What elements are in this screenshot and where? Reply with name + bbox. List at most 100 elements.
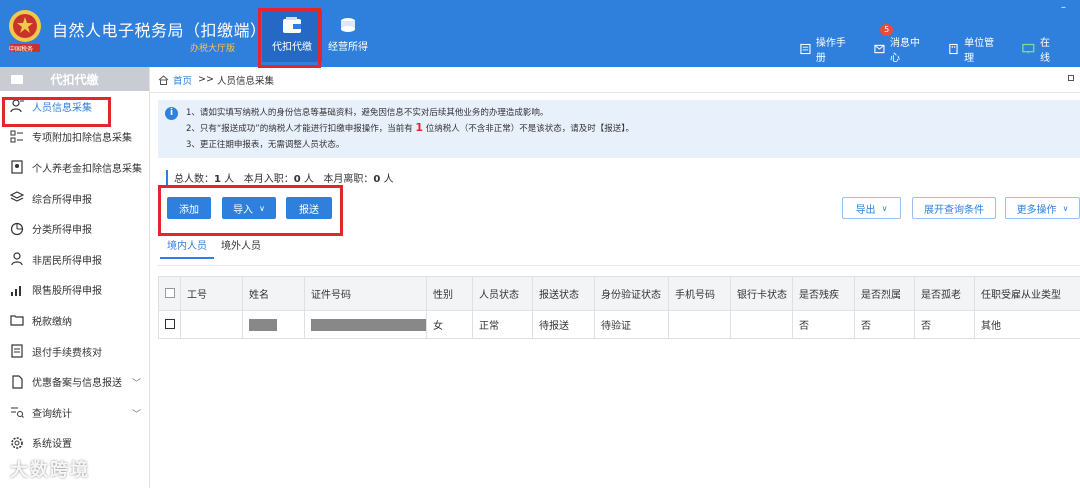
bar-chart-icon (11, 285, 21, 296)
sidebar-item-preferential-filing[interactable]: 优惠备案与信息报送 ﹀ (0, 366, 149, 397)
manual-link-label: 操作手册 (815, 38, 846, 64)
unit-management-link[interactable]: 单位管理 (948, 34, 1000, 64)
column-header: 人员状态 (472, 276, 533, 311)
expand-query-button[interactable]: 展开查询条件 (912, 197, 996, 219)
tab-business-income[interactable]: 经营所得 (318, 10, 378, 62)
column-header: 姓名 (242, 276, 305, 311)
main-content: 首页 >> 人员信息采集 i 1、请如实填写纳税人的身份信息等基础资料，避免因信… (150, 67, 1080, 488)
page-restore-icon[interactable] (1068, 75, 1074, 81)
minimize-button[interactable]: – (1061, 2, 1066, 13)
sidebar: 代扣代缴 人员信息采集 专项附加扣除信息采集 个人养老金扣除信息采集 综合所得申… (0, 67, 150, 488)
online-link[interactable]: 在线 (1022, 34, 1058, 64)
message-badge: 5 (880, 24, 894, 36)
cell-verify-status: 待验证 (594, 310, 669, 339)
manual-link[interactable]: 操作手册 (800, 34, 852, 64)
total-label: 总人数： (174, 174, 214, 185)
sidebar-header: 代扣代缴 (0, 67, 149, 91)
message-center-label: 消息中心 (889, 38, 920, 64)
sidebar-item-label: 退付手续费核对 (32, 347, 102, 359)
coins-icon (341, 18, 355, 32)
online-label: 在线 (1039, 38, 1050, 64)
app-subtitle: 办税大厅版 (190, 44, 236, 54)
unit-management-label: 单位管理 (964, 38, 995, 64)
notice-line-2-pre: 2、只有“报送成功”的纳税人才能进行扣缴申报操作，当前有 (186, 124, 413, 134)
sidebar-item-tax-payment[interactable]: 税款缴纳 (0, 305, 149, 336)
tab-divider (158, 265, 1080, 266)
cell-disabled: 否 (792, 310, 855, 339)
redacted-id-number (311, 318, 426, 331)
layers-icon (10, 191, 24, 202)
file-icon (12, 375, 23, 389)
cell-elderly: 否 (914, 310, 975, 339)
top-header: 中国税务 自然人电子税务局（扣缴端） 办税大厅版 代扣代缴 经营所得 操作手册 … (0, 0, 1080, 68)
select-all-cell[interactable] (158, 276, 181, 311)
breadcrumb-current: 人员信息采集 (216, 75, 274, 87)
sidebar-item-system-settings[interactable]: 系统设置 (0, 428, 149, 459)
building-icon (949, 43, 958, 55)
column-header: 是否孤老 (914, 276, 975, 311)
tab-domestic[interactable]: 境内人员 (160, 237, 214, 259)
message-center-link[interactable]: 5 消息中心 (874, 24, 926, 64)
chevron-down-icon: ﹀ (131, 409, 141, 420)
export-button-label: 导出 (855, 204, 876, 216)
notice-line-1: 1、请如实填写纳税人的身份信息等基础资料，避免因信息不实对后续其他业务的办理造成… (186, 108, 549, 118)
redacted-name (249, 318, 277, 331)
document-person-icon (11, 160, 23, 175)
sidebar-item-refund-check[interactable]: 退付手续费核对 (0, 336, 149, 367)
sidebar-item-comprehensive-income[interactable]: 综合所得申报 (0, 183, 149, 214)
notice-line-2: 2、只有“报送成功”的纳税人才能进行扣缴申报操作，当前有 1 位纳税人（不含非正… (186, 121, 634, 134)
folder-icon (10, 315, 24, 327)
table-row[interactable]: 女 正常 待报送 待验证 否 否 否 其他 (158, 310, 1080, 339)
row-checkbox[interactable] (165, 319, 175, 329)
select-all-checkbox[interactable] (165, 288, 175, 298)
personnel-tabs: 境内人员 境外人员 (160, 237, 268, 259)
home-icon (158, 74, 169, 85)
sidebar-item-label: 综合所得申报 (32, 194, 92, 206)
notice-line-2-post: 位纳税人（不含非正常）不是该状态，请及时【报送】。 (425, 124, 635, 134)
sidebar-item-label: 个人养老金扣除信息采集 (32, 163, 142, 175)
sidebar-item-label: 非居民所得申报 (32, 255, 102, 267)
sidebar-item-nonresident-income[interactable]: 非居民所得申报 (0, 244, 149, 275)
sidebar-item-label: 专项附加扣除信息采集 (32, 133, 132, 145)
cell-submit-status: 待报送 (532, 310, 595, 339)
sidebar-item-classified-income[interactable]: 分类所得申报 (0, 213, 149, 244)
sidebar-title: 代扣代缴 (50, 72, 99, 87)
sidebar-item-restricted-stock[interactable]: 限售股所得申报 (0, 275, 149, 306)
sidebar-item-label: 分类所得申报 (32, 225, 92, 237)
app-title: 自然人电子税务局（扣缴端） (52, 21, 267, 40)
total-count: 1 (214, 174, 221, 185)
more-actions-button[interactable]: 更多操作 ∨ (1005, 197, 1080, 219)
breadcrumb: 首页 >> 人员信息采集 (150, 67, 1080, 93)
sidebar-item-query-stats[interactable]: 查询统计 ﹀ (0, 397, 149, 428)
tab-overseas[interactable]: 境外人员 (214, 237, 268, 259)
tab-business-income-label: 经营所得 (328, 42, 368, 53)
buttons-highlight-box (158, 185, 343, 236)
join-count: 0 (293, 174, 301, 185)
breadcrumb-separator: >> (198, 74, 214, 85)
cell-bank-status (730, 310, 793, 339)
message-icon (874, 44, 885, 54)
cell-phone (668, 310, 731, 339)
sidebar-header-icon (11, 75, 23, 84)
logo-text: 中国税务 (9, 46, 34, 53)
tax-emblem-logo: 中国税务 (6, 8, 44, 54)
breadcrumb-home-link[interactable]: 首页 (173, 73, 192, 87)
sidebar-item-label: 限售股所得申报 (32, 286, 102, 298)
chevron-down-icon: ﹀ (131, 379, 141, 390)
person-icon (11, 252, 23, 266)
cell-id-number (304, 310, 427, 339)
column-header: 任职受雇从业类型 (974, 276, 1080, 311)
expand-query-label: 展开查询条件 (924, 204, 984, 216)
unit-text: 人 (303, 174, 314, 185)
column-header: 是否残疾 (792, 276, 855, 311)
cell-job-type: 其他 (974, 310, 1080, 339)
export-button[interactable]: 导出 ∨ (842, 197, 901, 219)
sidebar-item-pension-deduction[interactable]: 个人养老金扣除信息采集 (0, 152, 149, 183)
leave-count: 0 (373, 174, 381, 185)
monitor-icon (1022, 43, 1035, 54)
join-label: 本月入职： (243, 174, 294, 185)
table-header-row: 工号 姓名 证件号码 性别 人员状态 报送状态 身份验证状态 手机号码 银行卡状… (158, 276, 1080, 311)
column-header: 性别 (426, 276, 473, 311)
watermark: 大数跨境 (10, 460, 90, 481)
row-select-cell[interactable] (158, 310, 181, 339)
